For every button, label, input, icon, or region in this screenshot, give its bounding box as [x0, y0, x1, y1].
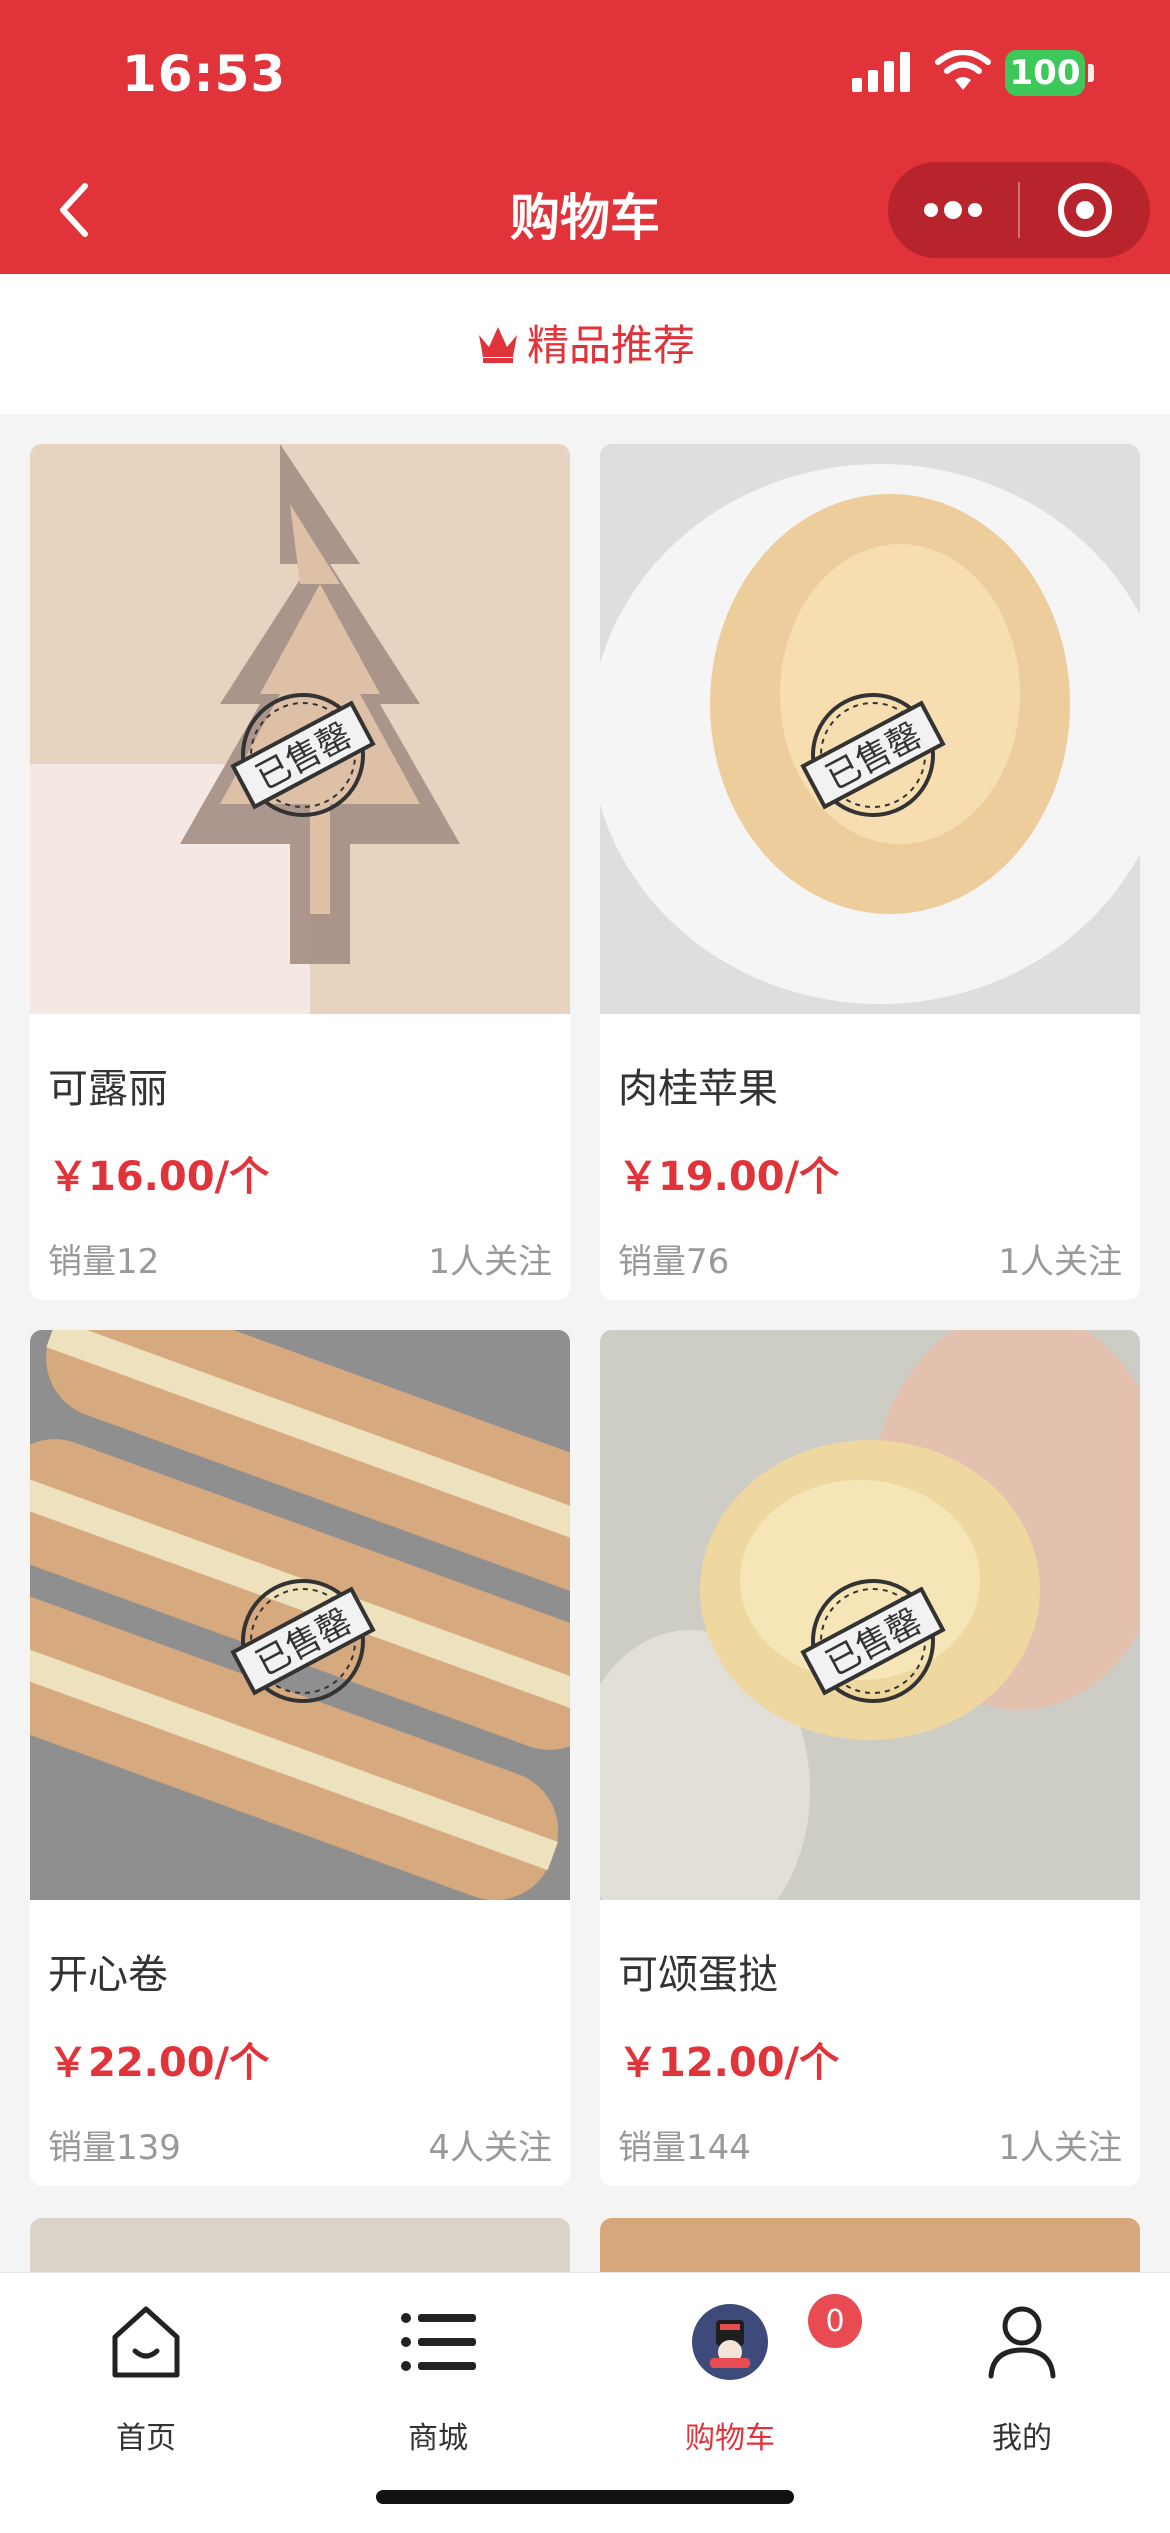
product-card-partial[interactable] — [30, 2218, 570, 2272]
status-bar: 16:53 100 — [0, 0, 1170, 150]
miniprogram-capsule — [888, 162, 1150, 258]
battery-tip — [1088, 64, 1094, 82]
product-card[interactable]: 已售罄 可露丽 ￥16.00/个 销量12 1人关注 — [30, 444, 570, 1300]
tab-mall-label: 商城 — [408, 2421, 468, 2456]
product-sales: 销量144 — [618, 2128, 751, 2168]
recommend-section-header: 精品推荐 — [0, 274, 1170, 414]
crown-icon — [478, 326, 517, 363]
cart-count-badge: 0 — [808, 2294, 862, 2348]
tab-mall[interactable]: 商城 — [328, 2297, 548, 2457]
tab-home-label: 首页 — [116, 2421, 176, 2456]
signal-icon — [852, 52, 910, 92]
tab-cart-label: 购物车 — [685, 2421, 775, 2456]
product-price: ￥19.00/个 — [618, 1154, 840, 1200]
product-followers: 1人关注 — [998, 1242, 1122, 1282]
status-time: 16:53 — [122, 45, 287, 103]
wifi-icon — [935, 50, 991, 90]
more-dots-icon — [924, 201, 982, 219]
product-price: ￥16.00/个 — [48, 1154, 270, 1200]
product-name: 开心卷 — [48, 1952, 168, 1998]
tab-cart[interactable]: 购物车 — [620, 2297, 840, 2457]
product-card[interactable]: 已售罄 开心卷 ￥22.00/个 销量139 4人关注 — [30, 1330, 570, 2186]
close-miniprogram-button[interactable] — [1020, 162, 1150, 258]
product-followers: 1人关注 — [998, 2128, 1122, 2168]
product-name: 肉桂苹果 — [618, 1066, 778, 1112]
product-price: ￥22.00/个 — [48, 2040, 270, 2086]
product-sales: 销量76 — [618, 1242, 730, 1282]
user-icon — [988, 2306, 1056, 2379]
product-followers: 4人关注 — [428, 2128, 552, 2168]
battery-indicator: 100 — [1005, 50, 1085, 96]
list-icon — [401, 2313, 476, 2371]
nav-bar: 购物车 — [0, 150, 1170, 274]
product-card[interactable]: 已售罄 肉桂苹果 ￥19.00/个 销量76 1人关注 — [600, 444, 1140, 1300]
more-button[interactable] — [888, 162, 1018, 258]
product-price: ￥12.00/个 — [618, 2040, 840, 2086]
home-icon — [112, 2306, 180, 2378]
tab-profile-label: 我的 — [992, 2421, 1052, 2456]
product-name: 可颂蛋挞 — [618, 1952, 778, 1998]
product-sales: 销量139 — [48, 2128, 181, 2168]
tab-profile[interactable]: 我的 — [912, 2297, 1132, 2457]
product-card-partial[interactable] — [600, 2218, 1140, 2272]
cart-avatar-icon — [692, 2304, 768, 2380]
tab-home[interactable]: 首页 — [36, 2297, 256, 2457]
home-indicator — [376, 2490, 794, 2504]
product-name: 可露丽 — [48, 1066, 168, 1112]
product-card[interactable]: 已售罄 可颂蛋挞 ￥12.00/个 销量144 1人关注 — [600, 1330, 1140, 2186]
product-sales: 销量12 — [48, 1242, 160, 1282]
section-title: 精品推荐 — [526, 321, 695, 370]
target-close-icon — [1058, 183, 1112, 237]
product-followers: 1人关注 — [428, 1242, 552, 1282]
